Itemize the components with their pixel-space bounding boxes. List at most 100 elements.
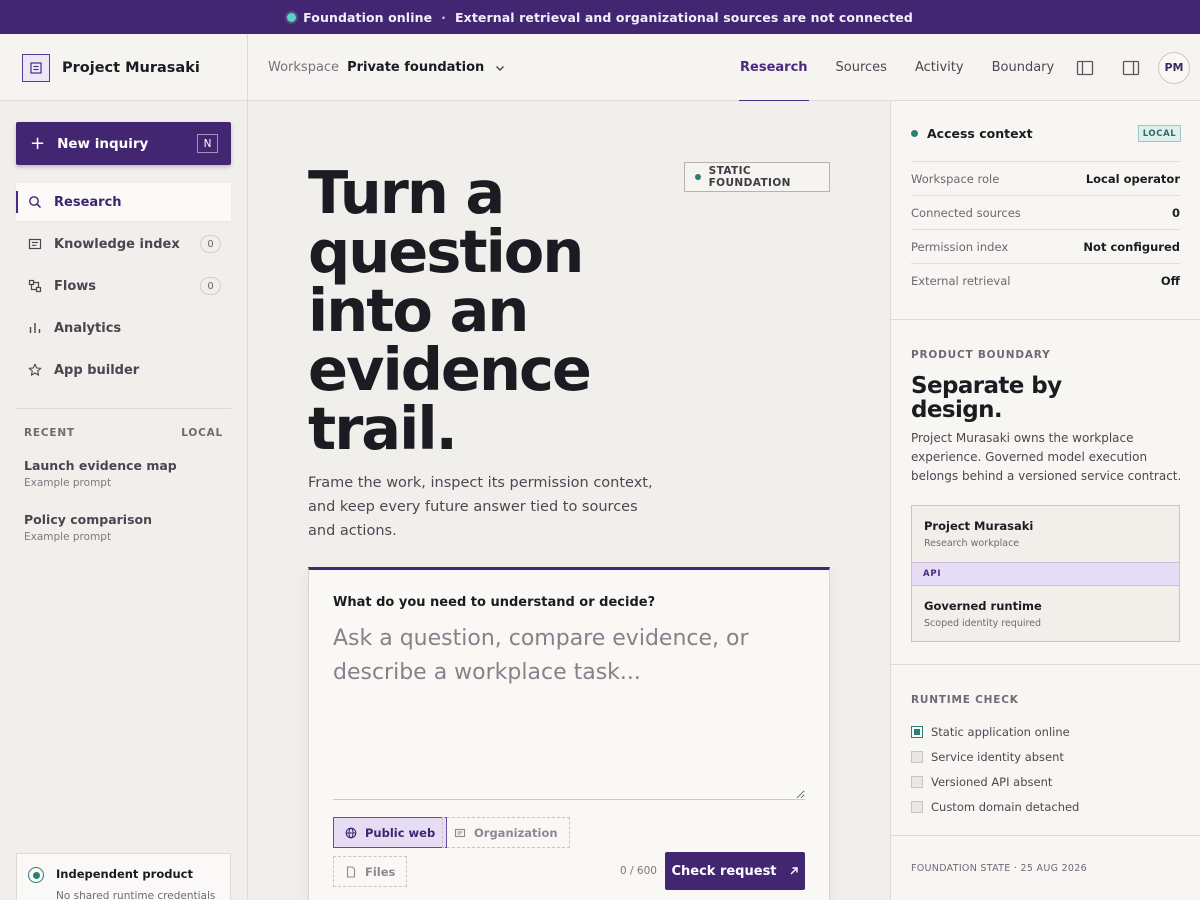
recent-scope: LOCAL <box>181 427 223 439</box>
chip-label: Organization <box>474 825 558 840</box>
access-row: Workspace role Local operator <box>911 161 1180 195</box>
boundary-title: Separate by design. <box>911 373 1062 423</box>
access-row: Connected sources 0 <box>911 195 1180 229</box>
sidebar-item-flows[interactable]: Flows 0 <box>16 267 231 305</box>
sidebar: + New inquiry N Research Knowledge index… <box>0 101 248 900</box>
sidebar-item-research[interactable]: Research <box>16 183 231 221</box>
brand-logo-icon <box>22 53 50 82</box>
stack-layer-title: Governed runtime <box>924 599 1042 613</box>
tab-research[interactable]: Research <box>726 34 822 102</box>
recent-label: RECENT <box>24 427 75 439</box>
runtime-check-item: Custom domain detached <box>911 800 1079 814</box>
sidebar-item-knowledge-index[interactable]: Knowledge index 0 <box>16 225 231 263</box>
stack-layer-subtitle: Scoped identity required <box>924 618 1042 629</box>
sidebar-item-analytics[interactable]: Analytics <box>16 309 231 347</box>
workspace-label: Workspace <box>268 60 340 75</box>
checkbox-checked-icon <box>911 726 923 738</box>
avatar[interactable]: PM <box>1158 51 1190 84</box>
sidebar-left-icon[interactable] <box>1072 55 1098 81</box>
bar-chart-icon <box>28 321 42 335</box>
new-inquiry-button[interactable]: + New inquiry N <box>16 122 231 165</box>
source-chip-files[interactable]: Files <box>333 856 408 887</box>
recent-item[interactable]: Launch evidence map Example prompt <box>24 458 224 489</box>
access-row-key: Permission index <box>911 239 1009 254</box>
check-request-button[interactable]: Check request <box>665 852 805 890</box>
tab-sources[interactable]: Sources <box>822 34 901 101</box>
independent-title: Independent product <box>56 867 193 881</box>
star-icon <box>28 363 42 377</box>
plus-icon: + <box>30 132 46 154</box>
workspace-value: Private foundation <box>347 60 485 75</box>
independent-product-card: Independent product No shared runtime cr… <box>16 853 231 900</box>
sidebar-nav: Research Knowledge index 0 Flows 0 Analy… <box>16 183 231 393</box>
stack-layer-runtime: Governed runtime Scoped identity require… <box>912 586 1179 642</box>
status-dot-icon <box>287 12 297 22</box>
status-dot-icon <box>911 130 918 137</box>
recent-item-subtitle: Example prompt <box>24 531 112 543</box>
banner-status: Foundation online <box>303 9 433 25</box>
runtime-check-label: Versioned API absent <box>931 775 1053 789</box>
sidebar-right-icon[interactable] <box>1118 55 1144 81</box>
access-context-label: Access context <box>927 126 1033 141</box>
access-row-value: Off <box>1160 273 1180 288</box>
access-row: External retrieval Off <box>911 263 1180 297</box>
context-panel: Access context LOCAL Workspace role Loca… <box>890 101 1200 900</box>
chip-label: Files <box>365 864 396 879</box>
runtime-check-item: Service identity absent <box>911 750 1064 764</box>
workspace-selector[interactable]: Workspace Private foundation <box>268 34 506 101</box>
access-context-section: Access context LOCAL Workspace role Loca… <box>891 101 1200 320</box>
page-title-line: trail. <box>308 394 458 463</box>
search-icon <box>28 195 42 209</box>
app-header: Project Murasaki Workspace Private found… <box>0 34 1200 102</box>
stack-layer-workplace: Project Murasaki Research workplace <box>912 506 1179 562</box>
sidebar-item-app-builder[interactable]: App builder <box>16 351 231 389</box>
chevron-down-icon <box>494 62 506 74</box>
check-request-label: Check request <box>671 863 777 879</box>
runtime-check-item: Versioned API absent <box>911 775 1052 789</box>
access-row-value: Local operator <box>1085 171 1180 186</box>
boundary-body: Project Murasaki owns the workplace expe… <box>911 431 1182 483</box>
runtime-eyebrow: RUNTIME CHECK <box>911 694 1019 706</box>
local-badge: LOCAL <box>1138 125 1181 142</box>
stack-layer-title: Project Murasaki <box>924 519 1034 533</box>
recent-item-title: Policy comparison <box>24 512 153 527</box>
access-context-title: Access context <box>911 126 1033 141</box>
section-divider <box>891 835 1200 836</box>
status-banner: Foundation online · External retrieval a… <box>0 0 1200 34</box>
runtime-check-label: Static application online <box>931 725 1070 739</box>
checkbox-empty-icon <box>911 776 923 788</box>
banner-message: External retrieval and organizational so… <box>455 9 913 25</box>
brand-name: Project Murasaki <box>62 59 200 76</box>
status-badge-label: STATIC FOUNDATION <box>708 165 791 189</box>
sidebar-item-label: Knowledge index <box>54 236 180 252</box>
runtime-check-item: Static application online <box>911 725 1070 739</box>
access-row-key: Connected sources <box>911 205 1021 220</box>
status-badge: STATIC FOUNDATION <box>684 162 830 192</box>
runtime-check-label: Custom domain detached <box>931 800 1080 814</box>
api-layer: API <box>912 562 1179 586</box>
status-radio-icon <box>28 867 44 883</box>
page-title-line: Turn a <box>308 158 505 227</box>
independent-subtitle: No shared runtime credentials <box>56 890 216 900</box>
architecture-stack: Project Murasaki Research workplace API … <box>911 505 1180 642</box>
tab-activity[interactable]: Activity <box>901 34 978 101</box>
page-title-line: into an <box>308 276 529 345</box>
foundation-state-footer: FOUNDATION STATE · 25 AUG 2026 <box>911 863 1087 874</box>
access-row-key: External retrieval <box>911 273 1011 288</box>
chip-label: Public web <box>365 825 436 840</box>
tab-boundary[interactable]: Boundary <box>978 34 1069 101</box>
boundary-eyebrow: PRODUCT BOUNDARY <box>911 349 1051 361</box>
character-counter: 0 / 600 <box>620 865 657 877</box>
brand[interactable]: Project Murasaki <box>0 34 248 101</box>
recent-item[interactable]: Policy comparison Example prompt <box>24 512 224 543</box>
inquiry-input[interactable] <box>333 622 805 800</box>
source-chip-organization[interactable]: Organization <box>442 817 570 848</box>
source-chip-public-web[interactable]: Public web <box>333 817 448 848</box>
sidebar-divider <box>16 408 231 409</box>
composer-question: What do you need to understand or decide… <box>333 595 656 610</box>
header-actions: PM <box>1072 34 1190 101</box>
page-title-line: question <box>308 217 584 286</box>
page-lede: Frame the work, inspect its permission c… <box>308 475 653 539</box>
main-content: STATIC FOUNDATION Turn a question into a… <box>248 101 890 900</box>
new-inquiry-label: New inquiry <box>57 135 149 152</box>
